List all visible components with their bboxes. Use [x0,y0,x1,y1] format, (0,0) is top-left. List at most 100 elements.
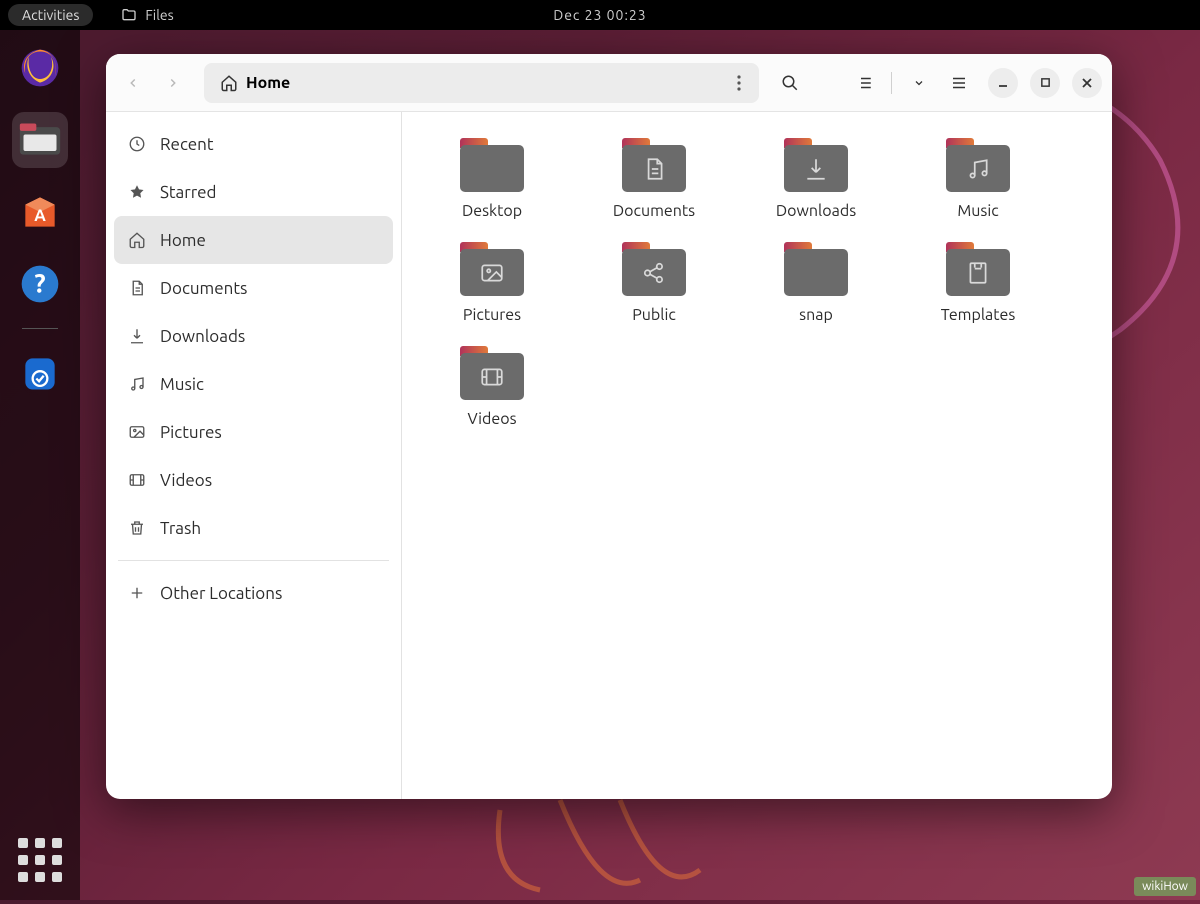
folder-videos[interactable]: Videos [436,346,548,428]
path-segment-home[interactable]: Home [210,70,300,96]
watermark: wikiHow [1134,877,1196,896]
folder-icon [622,242,686,296]
forward-button[interactable] [156,66,190,100]
sidebar-item-label: Downloads [160,327,245,346]
folder-label: Downloads [776,202,856,220]
path-bar[interactable]: Home [204,63,759,103]
sidebar-item-starred[interactable]: Starred [114,168,393,216]
search-icon [781,74,799,92]
folder-label: snap [799,306,833,324]
files-icon [18,120,62,160]
download-icon [128,327,146,345]
folder-icon [784,242,848,296]
folder-label: Public [632,306,676,324]
folder-icon [784,138,848,192]
maximize-button[interactable] [1030,68,1060,98]
folder-public[interactable]: Public [598,242,710,324]
minimize-button[interactable] [988,68,1018,98]
app-menu[interactable]: Files [121,7,173,23]
trash-icon [18,351,62,395]
separator [891,72,892,94]
trash-icon [128,519,146,537]
dock-files[interactable] [12,112,68,168]
sidebar-item-documents[interactable]: Documents [114,264,393,312]
show-applications-button[interactable] [18,838,62,882]
home-icon [128,231,146,249]
hamburger-menu-button[interactable] [942,66,976,100]
folder-icon [622,138,686,192]
share-icon [641,260,667,286]
sidebar-item-videos[interactable]: Videos [114,456,393,504]
search-button[interactable] [773,66,807,100]
folder-snap[interactable]: snap [760,242,872,324]
firefox-icon [18,46,62,90]
sidebar-item-label: Documents [160,279,247,298]
list-icon [855,74,873,92]
dock-software[interactable]: A [12,184,68,240]
music-icon [965,156,991,182]
document-icon [641,156,667,182]
sidebar-item-label: Pictures [160,423,222,442]
software-icon: A [18,190,62,234]
dock-firefox[interactable] [12,40,68,96]
folder-label: Templates [941,306,1016,324]
folder-templates[interactable]: Templates [922,242,1034,324]
download-icon [803,156,829,182]
music-icon [128,375,146,393]
path-label: Home [246,74,290,92]
activities-button[interactable]: Activities [8,4,93,26]
sidebar-item-label: Other Locations [160,584,282,603]
home-icon [220,74,238,92]
chevron-left-icon [126,76,140,90]
sidebar-item-label: Starred [160,183,217,202]
dock-separator [22,328,58,329]
sidebar-item-downloads[interactable]: Downloads [114,312,393,360]
dock: A ? [0,30,80,900]
pictures-icon [128,423,146,441]
plus-icon [128,584,146,602]
folder-documents[interactable]: Documents [598,138,710,220]
folder-desktop[interactable]: Desktop [436,138,548,220]
folder-icon [946,242,1010,296]
svg-text:A: A [34,207,46,225]
path-menu-button[interactable] [725,75,753,91]
sidebar-item-pictures[interactable]: Pictures [114,408,393,456]
sidebar-item-other-locations[interactable]: Other Locations [114,569,393,617]
maximize-icon [1040,77,1051,88]
hamburger-icon [950,74,968,92]
folder-label: Music [957,202,998,220]
folder-icon [460,242,524,296]
headerbar: Home [106,54,1112,112]
folder-label: Documents [613,202,695,220]
view-dropdown-button[interactable] [902,66,936,100]
sidebar-item-recent[interactable]: Recent [114,120,393,168]
folder-pictures[interactable]: Pictures [436,242,548,324]
close-button[interactable] [1072,68,1102,98]
dock-help[interactable]: ? [12,256,68,312]
sidebar-separator [118,560,389,561]
pictures-icon [479,260,505,286]
clock[interactable]: Dec 23 00:23 [553,7,646,23]
sidebar-item-music[interactable]: Music [114,360,393,408]
main-pane[interactable]: Desktop Documents Downloads Music Pictur… [402,112,1112,799]
folder-label: Desktop [462,202,522,220]
kebab-icon [737,75,741,91]
sidebar-item-home[interactable]: Home [114,216,393,264]
folder-music[interactable]: Music [922,138,1034,220]
chevron-down-icon [913,77,925,89]
sidebar-item-label: Music [160,375,204,394]
sidebar-item-label: Videos [160,471,212,490]
view-list-button[interactable] [847,66,881,100]
minimize-icon [997,77,1009,89]
sidebar-item-trash[interactable]: Trash [114,504,393,552]
document-icon [128,279,146,297]
videos-icon [128,471,146,489]
folder-label: Pictures [463,306,521,324]
dock-trash[interactable] [12,345,68,401]
sidebar-item-label: Home [160,231,206,250]
back-button[interactable] [116,66,150,100]
sidebar: Recent Starred Home Documents Downloads Music… [106,112,402,799]
folder-icon [946,138,1010,192]
videos-icon [479,364,505,390]
folder-downloads[interactable]: Downloads [760,138,872,220]
